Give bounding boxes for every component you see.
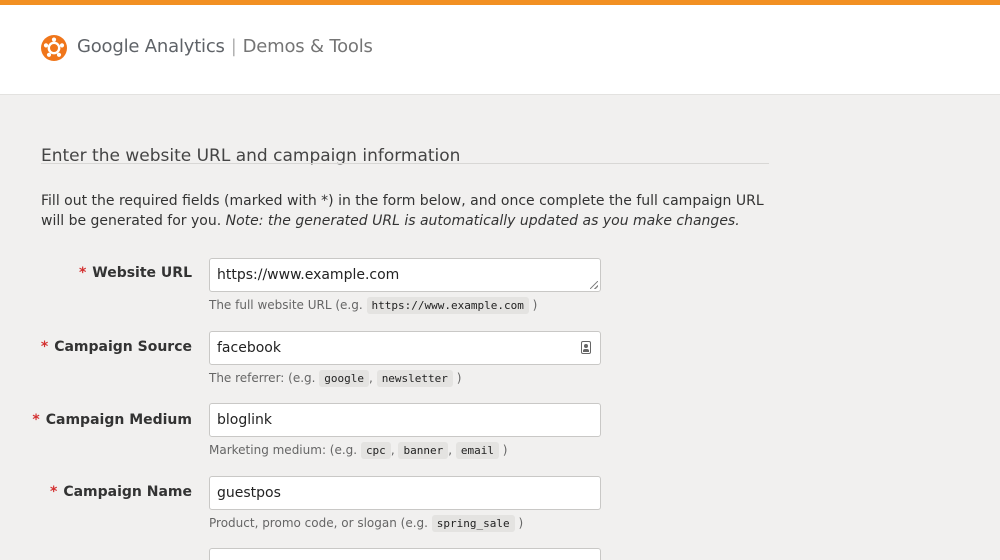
website-url-value: https://www.example.com [217, 267, 400, 283]
required-marker: * [40, 339, 49, 355]
hint-text: The referrer: (e.g. [209, 371, 316, 385]
required-marker: * [32, 412, 40, 428]
campaign-name-input[interactable]: guestpos [209, 476, 601, 510]
hint-close: ) [456, 371, 462, 385]
campaign-source-label: * Campaign Source [41, 339, 192, 355]
campaign-name-value: guestpos [217, 485, 281, 501]
campaign-source-input[interactable]: facebook [209, 331, 601, 365]
product-name: Demos & Tools [242, 36, 373, 57]
hint-example: cpc [360, 442, 391, 459]
brand-title[interactable]: Google Analytics | Demos & Tools [77, 36, 373, 57]
website-url-hint: The full website URL (e.g. https://www.e… [209, 297, 538, 314]
website-url-input[interactable]: https://www.example.com [209, 258, 601, 292]
campaign-source-label-text: Campaign Source [54, 339, 192, 355]
intro-paragraph: Fill out the required fields (marked wit… [41, 191, 781, 231]
hint-close: ) [518, 516, 524, 530]
next-field-input[interactable] [209, 548, 601, 560]
hint-example: banner [398, 442, 449, 459]
hint-example: https://www.example.com [366, 297, 529, 314]
hint-example: email [455, 442, 499, 459]
hint-text: The full website URL (e.g. [209, 298, 363, 312]
hint-text: Product, promo code, or slogan (e.g. [209, 516, 428, 530]
required-marker: * [49, 484, 58, 500]
campaign-medium-label: * Campaign Medium [32, 412, 192, 428]
hint-example: newsletter [376, 370, 453, 387]
campaign-medium-value: bloglink [217, 412, 272, 428]
brand-separator: | [230, 36, 237, 57]
analytics-logo-icon[interactable] [40, 34, 68, 62]
brand-name: Google Analytics [77, 36, 225, 57]
hint-example: spring_sale [431, 515, 515, 532]
campaign-source-hint: The referrer: (e.g. google, newsletter ) [209, 370, 462, 387]
required-marker: * [78, 265, 87, 281]
website-url-label: * Website URL [79, 265, 192, 281]
campaign-name-label-text: Campaign Name [63, 484, 192, 500]
campaign-source-value: facebook [217, 340, 281, 356]
hint-close: ) [502, 443, 508, 457]
campaign-medium-input[interactable]: bloglink [209, 403, 601, 437]
resize-handle-icon[interactable] [590, 281, 598, 289]
section-divider [41, 163, 769, 164]
hint-text: Marketing medium: (e.g. [209, 443, 358, 457]
campaign-medium-hint: Marketing medium: (e.g. cpc, banner, ema… [209, 442, 508, 459]
campaign-name-label: * Campaign Name [50, 484, 192, 500]
campaign-name-hint: Product, promo code, or slogan (e.g. spr… [209, 515, 524, 532]
intro-note: Note: the generated URL is automatically… [225, 213, 740, 229]
main-content: Enter the website URL and campaign infor… [0, 95, 1000, 560]
autofill-contact-icon[interactable] [581, 341, 591, 354]
hint-example: google [319, 370, 370, 387]
campaign-medium-label-text: Campaign Medium [45, 412, 192, 428]
website-url-label-text: Website URL [92, 265, 192, 281]
site-header: Google Analytics | Demos & Tools [0, 5, 1000, 95]
hint-close: ) [532, 298, 538, 312]
